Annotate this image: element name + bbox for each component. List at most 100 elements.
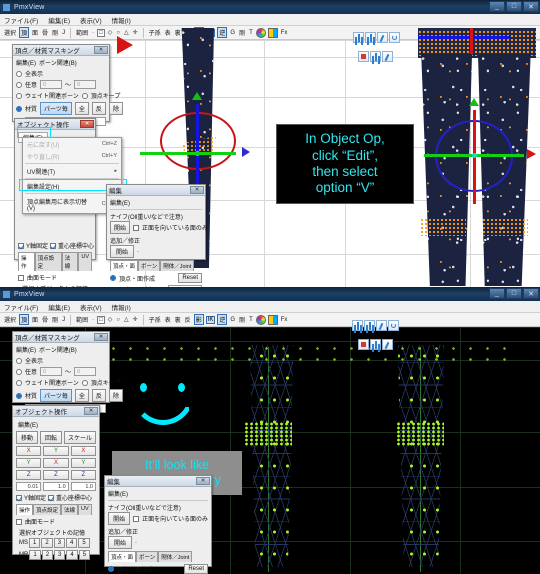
masking-option-all[interactable]: 全表示 [16, 69, 106, 78]
value-scale[interactable]: 1.0 [70, 482, 96, 491]
value-move[interactable]: 0.01 [16, 482, 42, 491]
btn-parts[interactable]: パーツ毎 [40, 102, 72, 115]
toolbar-shape-circle[interactable]: ○ [115, 30, 121, 36]
color-wheel-icon[interactable] [255, 27, 266, 38]
curve-mode-row[interactable]: 曲面モード [18, 273, 92, 282]
radio-vertex-face-create[interactable] [110, 275, 116, 281]
toolbar-op-front[interactable]: 表 [164, 28, 172, 37]
checkbox-curve-mode[interactable] [18, 274, 24, 281]
grid-toggle-icon-bottom[interactable] [267, 314, 278, 325]
object-op-checkrow[interactable]: Y軸固定 重心座標中心 [18, 241, 94, 250]
masking-tab-edit-bottom[interactable]: 編集(E) [16, 345, 36, 354]
ms-slot-5-bottom[interactable]: 5 [78, 538, 90, 548]
radio-vertex-face-create-bottom[interactable] [108, 566, 114, 572]
pan-tool-icon-b[interactable] [364, 320, 375, 331]
gizmo-arrow-right-red[interactable] [527, 149, 536, 159]
tab-rigid-joint[interactable]: 剛体／Joint [160, 260, 195, 271]
axis-scale-z[interactable]: Z [70, 470, 96, 480]
axis-move-y[interactable]: Y [16, 458, 42, 468]
pen-tool-icon-b2[interactable] [382, 339, 393, 350]
axis-scale-y[interactable]: Y [70, 458, 96, 468]
knife-row-bottom[interactable]: 開始 正面を向いている面のみ [108, 512, 208, 525]
edit-dialog-top[interactable]: 編集 ✕ 編集(E) ナイフ(Oll重い/などで注意) 開始 正面を向いている面… [106, 184, 208, 287]
menubar-bottom[interactable]: ファイル(F) 編集(E) 表示(V) 情報(I) [0, 301, 540, 313]
toolbar-mode-joint-bottom[interactable]: J [61, 317, 66, 323]
value-row[interactable]: 0.01 1.0 1.0 [16, 482, 96, 491]
toolbar-mode-vertex-bottom[interactable]: 頂 [19, 314, 30, 325]
tab-vertex-settings-bottom[interactable]: 頂点設定 [33, 504, 62, 515]
toolbar-op-inverse[interactable]: 逆 [217, 27, 228, 38]
nav-widget-top-2[interactable] [358, 51, 393, 62]
axis-move-x[interactable]: X [16, 446, 42, 456]
radio-range-bottom[interactable] [16, 368, 22, 375]
minimize-button[interactable]: _ [489, 1, 505, 12]
tab-bone[interactable]: ボーン [138, 260, 161, 271]
checkbox-curve-mode-bottom[interactable] [16, 518, 22, 525]
toolbar-mode-rigid[interactable]: 剛 [51, 28, 59, 37]
nav-widget-bottom-1[interactable] [352, 320, 399, 331]
add-fix-start-button[interactable]: 開始 [110, 245, 134, 258]
object-op-edit-menu-bottom[interactable]: 編集(E) [18, 420, 96, 429]
checkbox-centroid-bottom[interactable] [48, 494, 55, 501]
pen-tool-icon-b[interactable] [376, 320, 387, 331]
toolbar-op-t-bottom[interactable]: T [248, 317, 254, 323]
mr-slot-2-bottom[interactable]: 2 [41, 550, 54, 560]
window-controls-top[interactable]: _ □ ✕ [489, 1, 539, 12]
toolbar-op-back-bottom[interactable]: 裏 [174, 315, 182, 324]
mr-slot-row-bottom[interactable]: MR 1 2 3 4 5 [19, 550, 96, 560]
range-to-input[interactable]: 0 [74, 80, 97, 89]
toolbar-mode-bone[interactable]: 骨 [41, 28, 49, 37]
masking-option-weight[interactable]: ウェイト関連ボーン 頂点キープ [16, 91, 120, 100]
masking-tab-edit[interactable]: 編集(E) [16, 58, 36, 67]
add-fix-row[interactable]: 開始 · [110, 245, 202, 258]
edit-dialog-close-bottom[interactable]: ✕ [196, 477, 210, 485]
axis-rotate-y[interactable]: Y [43, 446, 69, 456]
toolbar-op-front-bottom[interactable]: 表 [164, 315, 172, 324]
tab-normal[interactable]: 法線 [61, 252, 79, 271]
btn-invert[interactable]: 反 [91, 102, 106, 115]
move-tool-icon[interactable] [353, 32, 364, 43]
menu-view[interactable]: 表示(V) [80, 15, 102, 25]
edit-dialog-tabs[interactable]: 頂点・面 ボーン 剛体／Joint [110, 260, 202, 271]
grid-toggle-icon[interactable] [267, 27, 278, 38]
radio-material-bottom[interactable] [16, 392, 22, 399]
edit-radio-row-1-bottom[interactable]: 頂点・面作成 Reset [108, 564, 208, 574]
scale-button[interactable]: スケール [64, 431, 97, 444]
gizmo-arrow-up-green[interactable] [192, 92, 202, 100]
toolbar-shape-cross[interactable]: ✛ [132, 29, 139, 36]
nav-widget-bottom-2[interactable] [358, 339, 393, 350]
toolbar-op-rigid-bottom[interactable]: 剛 [238, 315, 246, 324]
tab-uv-bottom[interactable]: UV [78, 504, 92, 515]
rotate-view-icon[interactable] [389, 32, 400, 43]
edit-dialog-menu[interactable]: 編集(E) [110, 198, 202, 207]
knife-row[interactable]: 開始 正面を向いている面のみ [110, 221, 208, 234]
knife-front-only-checkbox[interactable] [133, 224, 140, 231]
toolbar-shape-rect[interactable]: □ [97, 28, 105, 37]
range-from-input-bottom[interactable]: 0 [40, 367, 63, 376]
radio-range[interactable] [16, 81, 22, 88]
axis-rotate-x[interactable]: X [43, 458, 69, 468]
edit-dialog-bottom[interactable]: 編集 ✕ 編集(E) ナイフ(Oll重い/などで注意) 開始 正面を向いている面… [104, 475, 212, 574]
tab-operation[interactable]: 操作 [18, 252, 35, 271]
object-op-tabs-bottom[interactable]: 操作 頂点設定 法線 UV [16, 504, 96, 515]
object-op-tabs[interactable]: 操作 頂点設定 法線 UV [18, 252, 92, 271]
close-button[interactable]: ✕ [523, 1, 539, 12]
pen-tool-icon[interactable] [377, 32, 388, 43]
ctx-uv[interactable]: UV関連(T) ▸ [23, 165, 121, 177]
radio-weight-bone[interactable] [16, 92, 22, 99]
tab-vertex-face[interactable]: 頂点・面 [110, 260, 139, 271]
toolbar-op-g[interactable]: G [229, 30, 236, 36]
toolbar-op-shadow-bottom[interactable]: 影 [193, 314, 204, 325]
maximize-button[interactable]: □ [506, 1, 522, 12]
radio-vertex-keep-bottom[interactable] [81, 379, 88, 386]
toolbar-shape-rect-bottom[interactable]: □ [97, 315, 105, 324]
axis-row-1[interactable]: X Y X [16, 446, 96, 456]
toolbar-shape-diamond-bottom[interactable]: ◇ [107, 316, 114, 323]
toolbar-shape-cross-bottom[interactable]: ✛ [132, 316, 139, 323]
object-op-dialog-bottom[interactable]: オブジェクト操作 ✕ 編集(E) 移動 回転 スケール X Y X Y X Y … [12, 405, 100, 560]
toolbar-bottom[interactable]: 選択 頂 面 骨 剛 J 範囲 · □ ◇ ○ △ ✛ 子孫 表 裏 反 影 I… [0, 313, 540, 327]
tab-operation-bottom[interactable]: 操作 [16, 504, 34, 515]
toolbar-mode-face-bottom[interactable]: 面 [31, 315, 39, 324]
tab-vertex-face-bottom[interactable]: 頂点・面 [108, 551, 137, 562]
mr-slot-4-bottom[interactable]: 4 [66, 550, 78, 560]
